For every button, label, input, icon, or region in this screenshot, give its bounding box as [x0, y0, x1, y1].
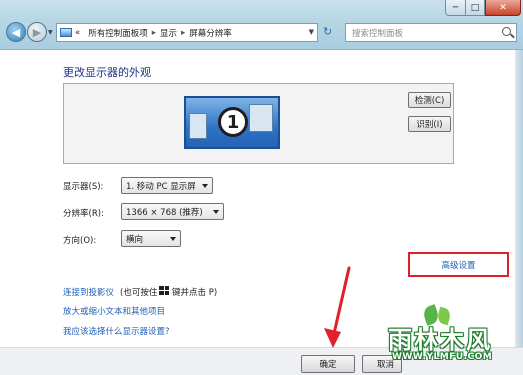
identify-button[interactable]: 识别(I)	[408, 116, 451, 132]
recent-pages-dropdown[interactable]: ▼	[48, 29, 53, 36]
control-panel-window: ─ □ ✕ ◀ ▶ ▼ « 所有控制面板项 ▸ 显示 ▸ 屏幕分辨率 ▼ ↻ 搜…	[0, 0, 523, 375]
watermark-brand: 雨林木风	[388, 326, 492, 354]
resolution-select-value: 1366 × 768 (推荐)	[126, 207, 203, 218]
chevron-down-icon	[213, 210, 219, 214]
detect-button[interactable]: 检测(C)	[408, 92, 451, 108]
search-icon[interactable]	[502, 27, 511, 36]
advanced-settings-link[interactable]: 高级设置	[441, 259, 475, 271]
connect-projector-link[interactable]: 连接到投影仪	[63, 286, 114, 298]
text-size-link[interactable]: 放大或缩小文本和其他项目	[63, 305, 165, 317]
projector-hint-suffix: 键并点击 P)	[172, 288, 218, 298]
breadcrumb-display[interactable]: 显示	[160, 27, 177, 39]
resolution-label: 分辨率(R):	[63, 209, 104, 219]
back-button[interactable]: ◀	[6, 22, 26, 42]
control-panel-icon	[60, 28, 72, 37]
chevron-down-icon	[170, 237, 176, 241]
maximize-button[interactable]: □	[465, 0, 485, 16]
breadcrumb-separator[interactable]: ▸	[152, 28, 156, 38]
ok-button[interactable]: 确定	[301, 355, 355, 373]
search-box[interactable]: 搜索控制面板	[345, 23, 517, 42]
display-select-value: 1. 移动 PC 显示屏	[126, 181, 196, 192]
window-border	[515, 50, 523, 347]
advanced-settings-highlight: 高级设置	[408, 252, 509, 277]
projector-hint-prefix: (也可按住	[120, 288, 158, 298]
watermark-url: WWW.YLMFU.COM	[392, 352, 493, 362]
breadcrumb-separator[interactable]: ▸	[181, 28, 185, 38]
address-dropdown-icon[interactable]: ▼	[309, 28, 314, 36]
monitor-number-badge: 1	[218, 107, 248, 137]
orientation-select[interactable]: 横向	[121, 230, 181, 247]
display-label: 显示器(S):	[63, 182, 104, 192]
chevron-down-icon	[202, 184, 208, 188]
breadcrumb-all-control-panel-items[interactable]: 所有控制面板项	[88, 27, 148, 39]
window-thumbnail	[189, 113, 207, 139]
windows-key-icon	[159, 286, 169, 295]
page-title: 更改显示器的外观	[63, 66, 151, 79]
window-thumbnail	[249, 104, 273, 132]
address-overflow-chevron[interactable]: «	[75, 28, 80, 38]
close-button[interactable]: ✕	[485, 0, 521, 16]
forward-button[interactable]: ▶	[27, 22, 47, 42]
orientation-select-value: 横向	[126, 234, 144, 245]
monitor-thumbnail[interactable]: 1	[184, 96, 280, 149]
orientation-label: 方向(O):	[63, 236, 97, 246]
minimize-button[interactable]: ─	[445, 0, 465, 16]
refresh-icon[interactable]: ↻	[323, 25, 332, 38]
display-settings-help-link[interactable]: 我应该选择什么显示器设置?	[63, 325, 170, 337]
title-bar: ─ □ ✕ ◀ ▶ ▼ « 所有控制面板项 ▸ 显示 ▸ 屏幕分辨率 ▼ ↻ 搜…	[0, 0, 523, 50]
watermark-logo: 雨林木风 WWW.YLMFU.COM	[380, 304, 520, 372]
resolution-select[interactable]: 1366 × 768 (推荐)	[121, 203, 224, 220]
breadcrumb-screen-resolution[interactable]: 屏幕分辨率	[189, 27, 232, 39]
display-select[interactable]: 1. 移动 PC 显示屏	[121, 177, 213, 194]
address-bar[interactable]: « 所有控制面板项 ▸ 显示 ▸ 屏幕分辨率 ▼	[56, 23, 318, 42]
search-input[interactable]: 搜索控制面板	[352, 27, 403, 39]
